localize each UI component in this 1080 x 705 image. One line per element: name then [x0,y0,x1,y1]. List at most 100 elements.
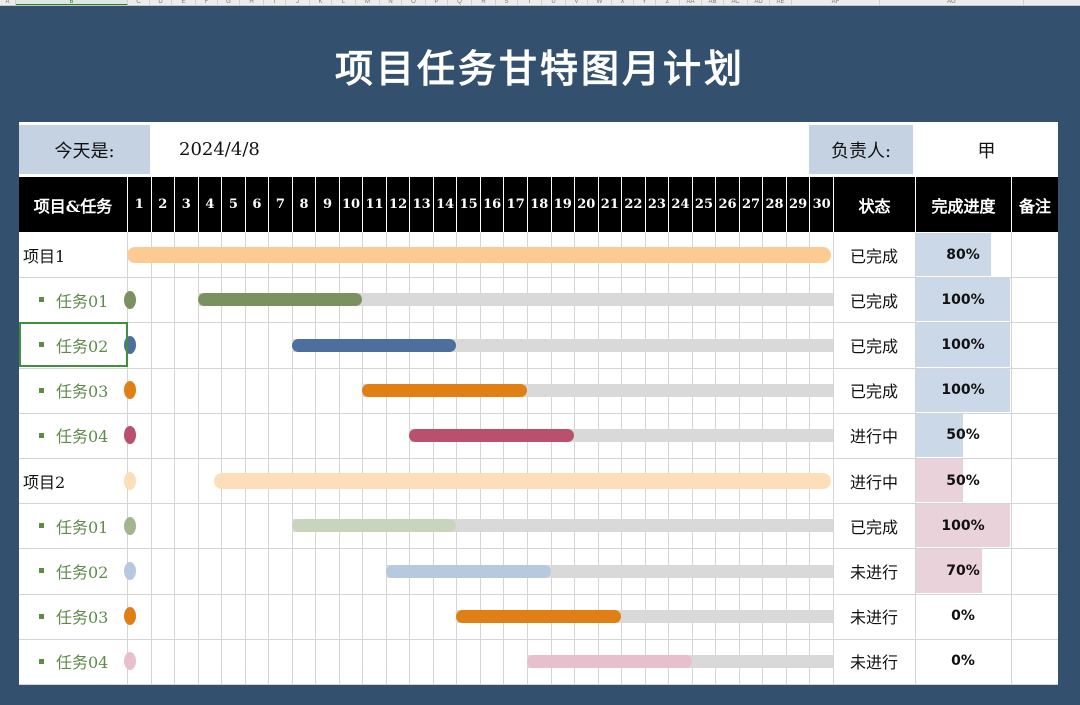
column-letter-a[interactable]: A [0,0,16,5]
owner-label: 负责人: [809,125,913,174]
column-letter-t[interactable]: T [518,0,542,5]
progress-percent[interactable]: 0% [915,639,1011,684]
column-letter-p[interactable]: P [426,0,448,5]
task-row-label[interactable]: 任务04 [39,639,108,684]
header-day-28: 28 [762,177,786,232]
column-header-strip: A B C D E F G H I J K L M N O P Q R S T U V W X Y Z AA AB AC AD AE AF AG… [0,0,1080,6]
column-letter-y[interactable]: Y [634,0,656,5]
today-value[interactable]: 2024/4/8 [179,125,379,174]
gantt-bar[interactable] [527,654,692,668]
column-letter-j[interactable]: J [286,0,310,5]
task-row-label[interactable]: 任务03 [39,368,108,413]
project-gantt-bar[interactable] [214,472,831,489]
task-row-label[interactable]: 任务02 [39,548,108,593]
status-cell[interactable]: 未进行 [833,548,915,593]
progress-percent[interactable]: 100% [915,503,1011,548]
column-letter-l[interactable]: L [332,0,356,5]
task-color-dot [124,426,136,445]
status-cell[interactable]: 已完成 [833,322,915,367]
task-row-label[interactable]: 任务01 [39,503,108,548]
status-cell[interactable]: 进行中 [833,458,915,503]
gantt-bar[interactable] [409,428,575,442]
gantt-bar[interactable] [291,519,457,533]
gantt-bar[interactable] [456,609,622,623]
progress-percent[interactable]: 100% [915,368,1011,413]
notes-cell[interactable] [1011,322,1058,367]
column-letter-ab[interactable]: AB [702,0,724,5]
column-letter-e[interactable]: E [172,0,196,5]
header-day-17: 17 [503,177,527,232]
notes-cell[interactable] [1011,503,1058,548]
column-letter-v[interactable]: V [566,0,588,5]
column-letter-q[interactable]: Q [448,0,472,5]
column-letter-w[interactable]: W [588,0,612,5]
column-letter-ag[interactable]: AG [880,0,1024,5]
column-letter-z[interactable]: Z [656,0,680,5]
progress-percent[interactable]: 100% [915,277,1011,322]
progress-percent[interactable]: 0% [915,594,1011,639]
progress-percent[interactable]: 50% [915,413,1011,458]
column-letter-u[interactable]: U [542,0,566,5]
column-letter-x[interactable]: X [612,0,634,5]
notes-cell[interactable] [1011,594,1058,639]
column-letter-ac[interactable]: AC [724,0,748,5]
header-day-8: 8 [291,177,316,232]
task-row-label[interactable]: 任务04 [39,413,108,458]
project-row-label[interactable]: 项目1 [23,232,65,277]
column-letter-ae[interactable]: AE [770,0,792,5]
column-letter-s[interactable]: S [496,0,518,5]
column-letter-k[interactable]: K [310,0,332,5]
column-letter-aa[interactable]: AA [680,0,702,5]
column-letter-c[interactable]: C [128,0,150,5]
notes-cell[interactable] [1011,277,1058,322]
column-letter-n[interactable]: N [380,0,402,5]
notes-cell[interactable] [1011,413,1058,458]
owner-value[interactable]: 甲 [915,125,1058,174]
column-letter-i[interactable]: I [264,0,286,5]
notes-cell[interactable] [1011,548,1058,593]
column-letter-r[interactable]: R [472,0,496,5]
task-color-dot [124,471,136,490]
status-cell[interactable]: 已完成 [833,368,915,413]
gantt-bar[interactable] [362,383,527,397]
notes-cell[interactable] [1011,639,1058,684]
column-letter-f[interactable]: F [196,0,218,5]
status-cell[interactable]: 未进行 [833,594,915,639]
header-notes: 备注 [1011,177,1058,232]
column-letter-o[interactable]: O [402,0,426,5]
status-cell[interactable]: 已完成 [833,277,915,322]
notes-cell[interactable] [1011,368,1058,413]
table-header: 项目&任务 1 2 3 4 5 6 7 8 9 10 11 12 13 14 15 16 17 18 19 20 21 2… [19,177,1058,232]
row-label-text: 任务04 [56,653,109,673]
bullet-icon [39,387,44,393]
column-letter-ah[interactable]: AH [1024,0,1080,5]
column-letter-g[interactable]: G [218,0,240,5]
progress-percent[interactable]: 70% [915,548,1011,593]
project-row-label[interactable]: 项目2 [23,458,65,503]
status-cell[interactable]: 进行中 [833,413,915,458]
header-project-task: 项目&任务 [33,196,113,216]
column-letter-m[interactable]: M [356,0,380,5]
column-letter-af[interactable]: AF [792,0,880,5]
status-cell[interactable]: 未进行 [833,639,915,684]
header-day-29: 29 [785,177,810,232]
status-cell[interactable]: 已完成 [833,232,915,277]
bullet-icon [39,523,44,529]
column-letter-ad[interactable]: AD [748,0,770,5]
column-letter-h[interactable]: H [240,0,264,5]
progress-percent[interactable]: 80% [915,232,1011,277]
column-letter-d[interactable]: D [150,0,172,5]
notes-cell[interactable] [1011,458,1058,503]
column-letter-b[interactable]: B [16,0,128,5]
status-cell[interactable]: 已完成 [833,503,915,548]
progress-percent[interactable]: 50% [915,458,1011,503]
notes-cell[interactable] [1011,232,1058,277]
gantt-bar[interactable] [385,564,551,578]
gantt-bar[interactable] [291,338,457,352]
gantt-bar[interactable] [197,293,363,307]
project-gantt-bar[interactable] [127,246,831,263]
task-row-label[interactable]: 任务01 [39,277,108,322]
task-row-label[interactable]: 任务03 [39,594,108,639]
row-label-text: 任务02 [56,562,109,582]
progress-percent[interactable]: 100% [915,322,1011,367]
